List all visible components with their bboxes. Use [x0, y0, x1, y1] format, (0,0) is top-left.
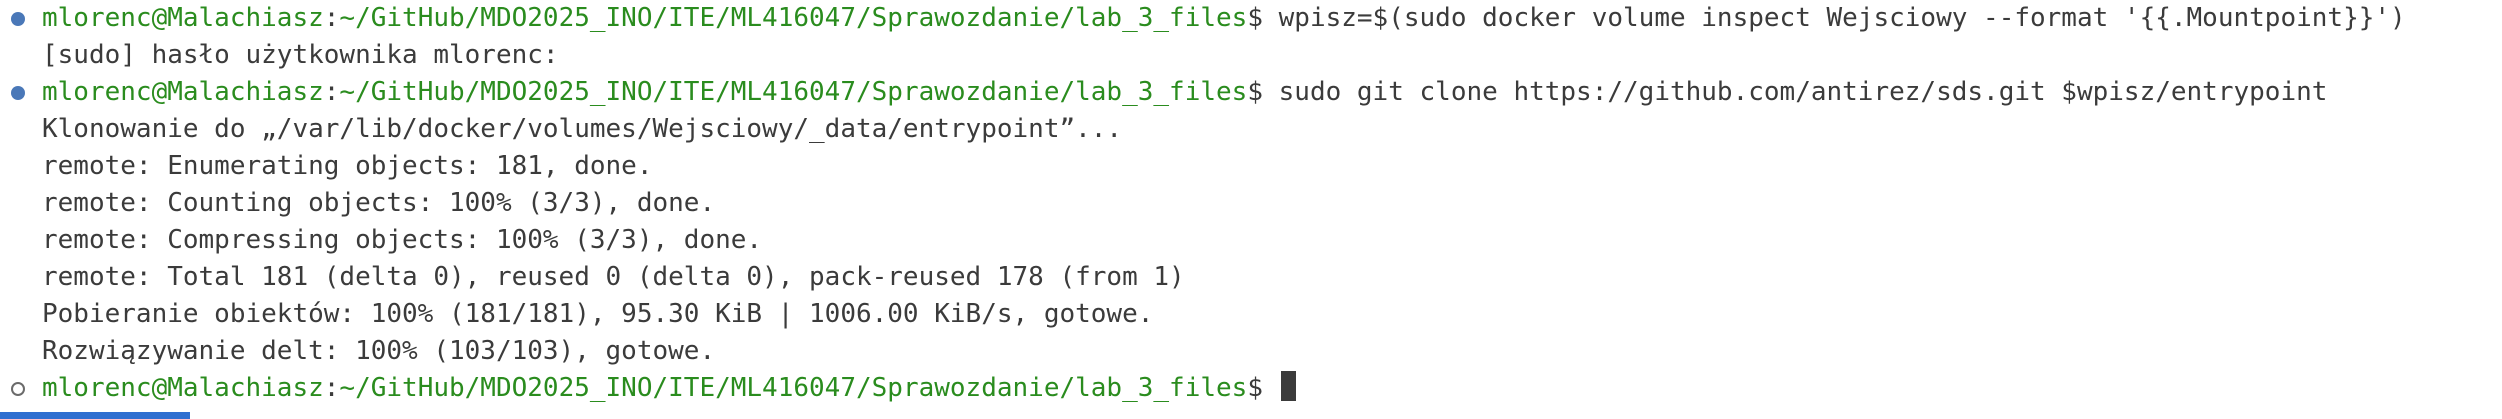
terminal-panel[interactable]: mlorenc@Malachiasz:~/GitHub/MDO2025_INO/…	[0, 0, 2502, 419]
prompt-separator: :	[323, 77, 340, 107]
prompt-line-1: mlorenc@Malachiasz:~/GitHub/MDO2025_INO/…	[42, 0, 2406, 37]
output-line: remote: Total 181 (delta 0), reused 0 (d…	[42, 262, 1185, 292]
prompt-symbol: $	[1247, 373, 1263, 403]
command-text: wpisz=$(sudo docker volume inspect Wejsc…	[1262, 3, 2406, 33]
prompt-separator: :	[323, 373, 340, 403]
prompt-symbol: $	[1247, 3, 1263, 33]
output-line: Rozwiązywanie delt: 100% (103/103), goto…	[42, 336, 716, 366]
command-text: sudo git clone https://github.com/antire…	[1262, 77, 2328, 107]
prompt-user-host: mlorenc@Malachiasz	[42, 373, 324, 403]
active-indicator-bar	[0, 412, 190, 419]
command-success-icon[interactable]	[11, 86, 25, 100]
prompt-line-3[interactable]: mlorenc@Malachiasz:~/GitHub/MDO2025_INO/…	[42, 370, 1296, 407]
prompt-path: ~/GitHub/MDO2025_INO/ITE/ML416047/Sprawo…	[339, 373, 1248, 403]
cursor-icon	[1280, 371, 1296, 401]
output-line: remote: Counting objects: 100% (3/3), do…	[42, 188, 716, 218]
output-line: Pobieranie obiektów: 100% (181/181), 95.…	[42, 299, 1154, 329]
sudo-password-prompt: [sudo] hasło użytkownika mlorenc:	[42, 40, 559, 70]
command-input[interactable]	[1263, 373, 1279, 403]
output-line: remote: Compressing objects: 100% (3/3),…	[42, 225, 763, 255]
command-success-icon[interactable]	[11, 12, 25, 26]
prompt-line-2: mlorenc@Malachiasz:~/GitHub/MDO2025_INO/…	[42, 74, 2327, 111]
output-line: remote: Enumerating objects: 181, done.	[42, 151, 653, 181]
command-empty-icon[interactable]	[11, 382, 25, 396]
prompt-path: ~/GitHub/MDO2025_INO/ITE/ML416047/Sprawo…	[339, 3, 1248, 33]
prompt-separator: :	[323, 3, 340, 33]
prompt-user-host: mlorenc@Malachiasz	[42, 77, 324, 107]
output-line: Klonowanie do „/var/lib/docker/volumes/W…	[42, 114, 1123, 144]
prompt-user-host: mlorenc@Malachiasz	[42, 3, 324, 33]
prompt-path: ~/GitHub/MDO2025_INO/ITE/ML416047/Sprawo…	[339, 77, 1248, 107]
prompt-symbol: $	[1247, 77, 1263, 107]
